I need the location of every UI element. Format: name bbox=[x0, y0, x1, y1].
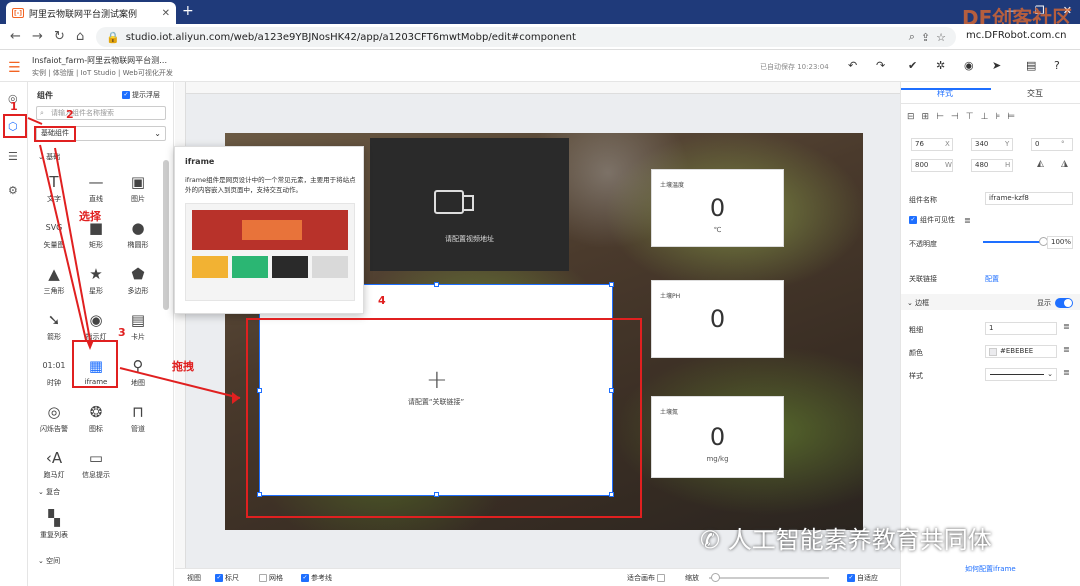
thickness-input[interactable]: 1 bbox=[985, 322, 1057, 335]
border-label: 边框 bbox=[915, 299, 930, 307]
tab-interaction[interactable]: 交互 bbox=[1027, 88, 1043, 99]
solid-line-preview bbox=[990, 374, 1044, 375]
watermark-text: 人工智能素养教育共同体 bbox=[727, 526, 992, 554]
flip-vertical-icon[interactable]: ◭ bbox=[1037, 159, 1044, 169]
zoom-slider-knob[interactable] bbox=[711, 573, 720, 582]
highlight-step3 bbox=[72, 340, 118, 388]
border-style-select[interactable]: ⌄ bbox=[985, 368, 1057, 381]
y-label: Y bbox=[1005, 140, 1010, 148]
thickness-label: 粗细 bbox=[909, 326, 923, 334]
highlight-step1 bbox=[3, 114, 27, 138]
height-label: H bbox=[1005, 161, 1011, 169]
border-section-header[interactable]: ⌄ 边框 显示 bbox=[901, 294, 1080, 310]
active-tab-indicator bbox=[901, 88, 991, 90]
fit-icon bbox=[657, 574, 665, 582]
properties-panel: 样式 交互 ⊟⊞⊢⊣⊤⊥⊧⊨ 76 X 340 Y 0 ° 800 W 480 … bbox=[900, 82, 1080, 586]
database-icon[interactable]: ≣ bbox=[1063, 345, 1070, 354]
ruler-toggle[interactable]: ✓ 标尺 bbox=[215, 573, 239, 583]
wechat-watermark: ✆ 人工智能素养教育共同体 bbox=[700, 520, 992, 555]
checkbox-checked-icon[interactable]: ✓ bbox=[215, 574, 223, 582]
database-icon[interactable]: ≣ bbox=[964, 216, 971, 225]
help-link[interactable]: 如何配置iframe bbox=[965, 564, 1016, 574]
color-label: 颜色 bbox=[909, 349, 923, 357]
opacity-label: 不透明度 bbox=[909, 240, 937, 248]
chevron-down-icon: ⌄ bbox=[1047, 370, 1053, 378]
grid-toggle[interactable]: 网格 bbox=[259, 573, 283, 583]
rotation-label: ° bbox=[1061, 140, 1065, 148]
guide-toggle[interactable]: ✓ 参考线 bbox=[301, 573, 332, 583]
checkbox-checked-icon[interactable]: ✓ bbox=[301, 574, 309, 582]
color-input[interactable]: #EBEBEE bbox=[985, 345, 1057, 358]
border-toggle[interactable] bbox=[1055, 298, 1073, 308]
component-name-input[interactable]: iframe-kzf8 bbox=[985, 192, 1073, 205]
step3-number: 3 bbox=[118, 326, 126, 339]
grid-label: 网格 bbox=[269, 574, 283, 582]
checkbox-checked-icon[interactable]: ✓ bbox=[847, 574, 855, 582]
zoom-label-wrap: 缩放 bbox=[685, 573, 699, 583]
link-configure-button[interactable]: 配置 bbox=[985, 274, 999, 284]
adapt-toggle[interactable]: ✓ 自适应 bbox=[847, 573, 878, 583]
x-label: X bbox=[945, 140, 950, 148]
step2-number: 2 bbox=[66, 108, 74, 121]
align-toolbar[interactable]: ⊟⊞⊢⊣⊤⊥⊧⊨ bbox=[907, 112, 1022, 122]
properties-tabs: 样式 交互 bbox=[901, 82, 1080, 104]
color-value: #EBEBEE bbox=[1000, 347, 1034, 355]
zoom-slider[interactable] bbox=[709, 577, 829, 579]
highlight-step2 bbox=[34, 126, 76, 142]
step1-number: 1 bbox=[10, 100, 18, 113]
width-label: W bbox=[945, 161, 952, 169]
step4-number: 4 bbox=[378, 294, 386, 307]
canvas-bottom-bar: 视图 ✓ 标尺 网格 ✓ 参考线 适合画布 缩放 ✓ 自适应 bbox=[175, 568, 900, 586]
highlight-step4 bbox=[246, 318, 642, 518]
drag-annotation: 拖拽 bbox=[172, 360, 194, 373]
style-label: 样式 bbox=[909, 372, 923, 380]
rotation-input[interactable]: 0 bbox=[1031, 138, 1073, 151]
component-name-label: 组件名称 bbox=[909, 196, 937, 204]
opacity-input[interactable]: 100% bbox=[1047, 236, 1073, 249]
fit-label: 适合画布 bbox=[627, 574, 655, 582]
visibility-label: 组件可见性 bbox=[920, 216, 955, 224]
fit-canvas-button[interactable]: 适合画布 bbox=[627, 573, 665, 583]
guide-label: 参考线 bbox=[311, 574, 332, 582]
link-label: 关联链接 bbox=[909, 275, 937, 283]
flip-horizontal-icon[interactable]: ◮ bbox=[1061, 159, 1068, 169]
adapt-label: 自适应 bbox=[857, 574, 878, 582]
checkbox-unchecked-icon[interactable] bbox=[259, 574, 267, 582]
checkbox-checked-icon[interactable]: ✓ bbox=[909, 216, 917, 224]
ruler-label: 标尺 bbox=[225, 574, 239, 582]
database-icon[interactable]: ≣ bbox=[1063, 368, 1070, 377]
view-text: 视图 bbox=[187, 574, 201, 582]
select-annotation: 选择 bbox=[79, 210, 101, 223]
database-icon[interactable]: ≣ bbox=[1063, 322, 1070, 331]
color-swatch[interactable] bbox=[989, 348, 997, 356]
border-show-label: 显示 bbox=[1037, 299, 1051, 307]
opacity-slider-track[interactable] bbox=[983, 241, 1043, 243]
zoom-label: 缩放 bbox=[685, 574, 699, 582]
wechat-icon: ✆ bbox=[700, 526, 728, 554]
border-label-wrap: ⌄ 边框 bbox=[907, 299, 930, 307]
visibility-toggle[interactable]: ✓ 组件可见性 ≣ bbox=[909, 215, 971, 225]
view-label: 视图 bbox=[187, 573, 201, 583]
